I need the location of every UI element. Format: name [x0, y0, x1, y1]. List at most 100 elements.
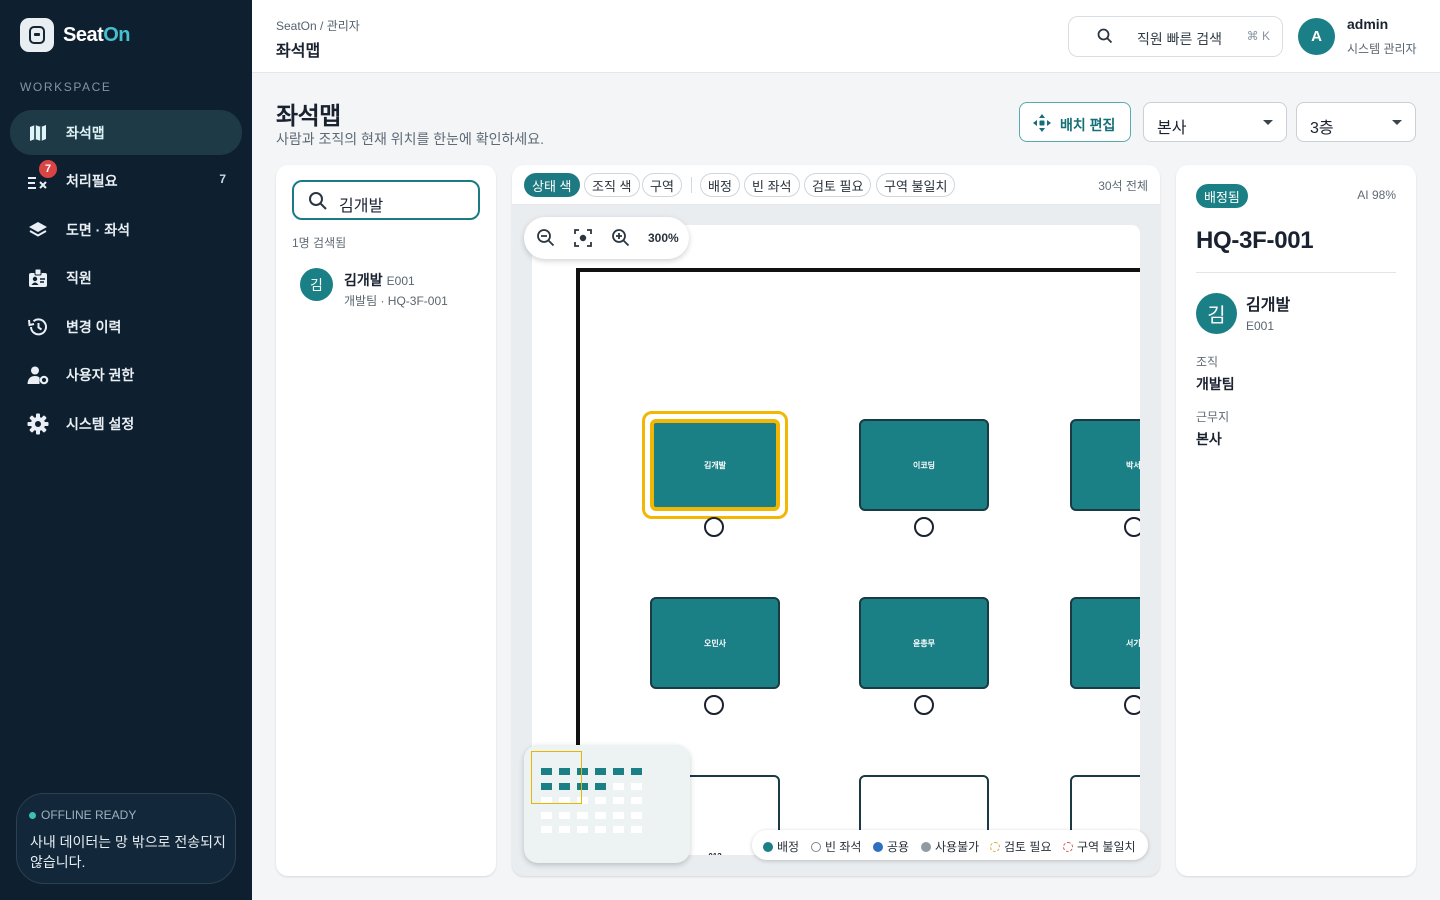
search-icon: [308, 191, 328, 216]
id-badge-icon: [26, 266, 50, 290]
org-label: 조직: [1196, 355, 1219, 369]
filled-dot-icon: [873, 841, 883, 852]
user-gear-icon: [26, 363, 50, 387]
map-icon: [26, 121, 50, 145]
minimap-viewport[interactable]: [531, 751, 582, 804]
org-value: 개발팀: [1196, 376, 1235, 392]
zoom-level: 300%: [648, 231, 679, 245]
seat-card[interactable]: 박서: [1070, 419, 1140, 511]
chair-icon: [1124, 695, 1140, 715]
seat-card[interactable]: 서기: [1070, 597, 1140, 689]
avatar: 김: [1196, 293, 1237, 334]
seat-card[interactable]: 이코딩: [859, 419, 989, 511]
chip-empty-seat[interactable]: 빈 좌석: [744, 173, 800, 197]
ai-confidence: AI 98%: [1357, 188, 1396, 202]
floor-select[interactable]: 3층: [1296, 102, 1416, 142]
minimap-seat: [613, 826, 624, 833]
zoom-controls: 300%: [524, 217, 689, 259]
move-arrows-icon: [1033, 114, 1051, 135]
seat-card[interactable]: 오민사: [650, 597, 780, 689]
breadcrumb[interactable]: SeatOn / 관리자: [276, 17, 360, 34]
legend-unavailable: 사용불가: [921, 838, 979, 855]
sidebar-item-review[interactable]: 7 처리필요 7: [10, 158, 242, 203]
seat-id: HQ-3F-001: [1196, 227, 1314, 254]
minimap-seat: [631, 826, 642, 833]
legend-empty: 빈 좌석: [811, 838, 861, 855]
site-select[interactable]: 본사: [1143, 102, 1287, 142]
quick-search-input[interactable]: 직원 빠른 검색 ⌘ K: [1068, 16, 1283, 57]
chair-icon: [914, 517, 934, 537]
minimap-seat: [595, 826, 606, 833]
sidebar-item-floorplan[interactable]: 도면 · 좌석: [10, 207, 242, 252]
person-name[interactable]: 김개발: [1246, 291, 1290, 315]
status-dot-icon: [29, 811, 36, 819]
search-icon: [1097, 28, 1113, 49]
search-query: 김개발: [339, 198, 384, 215]
minimap-seat: [577, 811, 588, 819]
chair-icon: [704, 517, 724, 537]
chip-org-color[interactable]: 조직 색: [584, 173, 640, 197]
chevron-down-icon: [1392, 120, 1402, 125]
chevron-down-icon: [1263, 120, 1273, 125]
workspace-label: WORKSPACE: [20, 80, 112, 94]
chair-icon: [1124, 517, 1140, 537]
sidebar-item-settings[interactable]: 시스템 설정: [10, 401, 242, 446]
minimap-seat: [613, 797, 624, 804]
chip-assigned[interactable]: 배정: [700, 173, 740, 197]
chair-icon: [914, 695, 934, 715]
result-team-seat: 개발팀 · HQ-3F-001: [344, 294, 448, 308]
seat-map-panel: 상태 색 조직 색 구역 배정 빈 좌석 검토 필요 구역 불일치 30석 전체…: [512, 165, 1160, 876]
map-toolbar: 상태 색 조직 색 구역 배정 빈 좌석 검토 필요 구역 불일치 30석 전체: [512, 165, 1160, 205]
brand-name[interactable]: SeatOn: [63, 24, 131, 47]
minimap-seat: [595, 797, 606, 804]
logo-icon[interactable]: [20, 18, 54, 52]
zoom-out-icon[interactable]: [536, 228, 556, 253]
seat-total: 30석 전체: [1098, 179, 1148, 193]
offline-message: 사내 데이터는 망 밖으로 전송되지 않습니다.: [30, 834, 226, 870]
chip-status-color[interactable]: 상태 색: [524, 173, 580, 197]
status-badge: 배정됨: [1196, 184, 1248, 208]
fit-view-icon[interactable]: [573, 228, 593, 253]
page-subtitle: 사람과 조직의 현재 위치를 한눈에 확인하세요.: [276, 131, 545, 147]
page-title: 좌석맵: [276, 103, 341, 130]
user-name[interactable]: admin: [1347, 16, 1388, 32]
sidebar-item-history[interactable]: 변경 이력: [10, 304, 242, 349]
site-value: 본사: [1196, 431, 1222, 447]
sidebar-item-permissions[interactable]: 사용자 권한: [10, 352, 242, 397]
sidebar-item-seatmap[interactable]: 좌석맵: [10, 110, 242, 155]
sidebar-item-label: 사용자 권한: [66, 367, 135, 383]
outline-dot-icon: [811, 841, 821, 852]
filled-dot-icon: [763, 841, 773, 852]
quick-search-placeholder: 직원 빠른 검색: [1137, 31, 1223, 47]
chip-zone[interactable]: 구역: [642, 173, 682, 197]
minimap-seat: [631, 782, 642, 790]
chip-needs-review[interactable]: 검토 필요: [804, 173, 872, 197]
offline-ready-card: OFFLINE READY 사내 데이터는 망 밖으로 전송되지 않습니다.: [16, 793, 236, 884]
result-name[interactable]: 김개발 E001: [344, 270, 415, 290]
employee-search-panel: 김개발 1명 검색됨 김 김개발 E001 개발팀 · HQ-3F-001: [276, 165, 496, 876]
map-legend: 배정 빈 좌석 공용 사용불가 검토 필요 구역 불일치: [752, 830, 1148, 860]
gear-icon: [26, 412, 50, 436]
sidebar-item-employees[interactable]: 직원: [10, 255, 242, 300]
zoom-in-icon[interactable]: [611, 228, 631, 253]
topbar-title: 좌석맵: [276, 43, 321, 60]
minimap-seat: [613, 768, 624, 775]
legend-assigned: 배정: [763, 838, 799, 855]
edit-layout-button[interactable]: 배치 편집: [1019, 102, 1131, 142]
sidebar-item-label: 처리필요: [66, 173, 118, 189]
minimap-seat: [631, 797, 642, 804]
user-avatar[interactable]: A: [1298, 18, 1335, 55]
offline-tag: OFFLINE READY: [29, 808, 136, 822]
seat-HQ-3F-001[interactable]: 김개발: [650, 419, 780, 511]
seat-card[interactable]: 윤총무: [859, 597, 989, 689]
chip-zone-mismatch[interactable]: 구역 불일치: [876, 173, 956, 197]
sidebar-item-label: 변경 이력: [66, 319, 122, 335]
minimap[interactable]: [524, 745, 690, 863]
minimap-seat: [613, 811, 624, 819]
employee-search-input[interactable]: 김개발: [292, 180, 480, 220]
avatar: 김: [300, 268, 333, 301]
dashed-dot-icon: [990, 841, 1000, 852]
toolbar-divider: [691, 177, 692, 193]
filled-dot-icon: [921, 841, 931, 852]
review-count: 7: [219, 172, 226, 186]
